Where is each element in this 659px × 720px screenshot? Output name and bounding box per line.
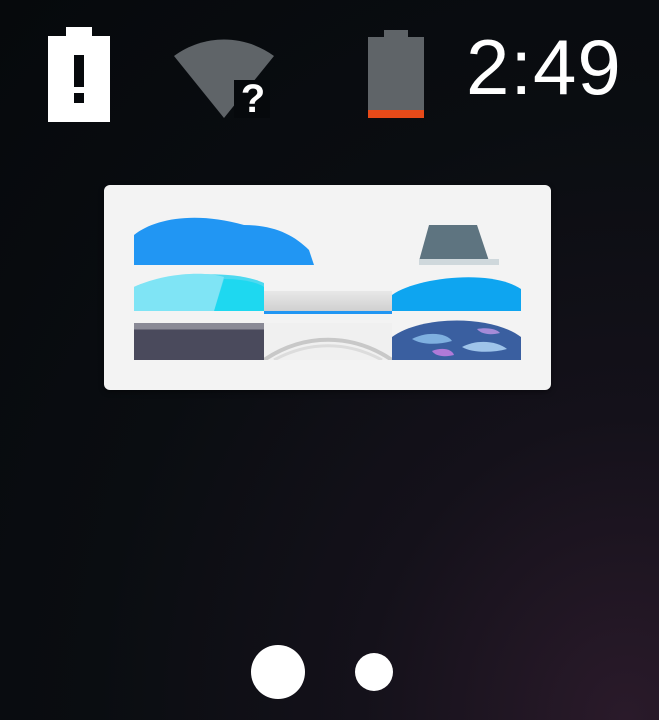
battery-low-icon xyxy=(368,30,424,118)
cloud-thumbnail xyxy=(134,217,314,265)
cyan-arc-thumbnail xyxy=(134,273,264,311)
blue-arc-thumbnail xyxy=(392,277,521,311)
page-dot-inactive[interactable] xyxy=(355,653,393,691)
page-dot-active[interactable] xyxy=(251,645,305,699)
page-indicator xyxy=(0,640,659,700)
clock: 2:49 xyxy=(466,23,622,111)
status-bar: ? 2:49 xyxy=(0,0,659,130)
wifi-question-icon: ? xyxy=(174,39,274,118)
dark-band-thumbnail xyxy=(134,323,264,360)
battery-alert-icon xyxy=(48,27,110,122)
white-curve-thumbnail xyxy=(264,323,392,360)
thumbnail-grid xyxy=(134,215,521,360)
app-card[interactable] xyxy=(104,185,551,390)
svg-text:?: ? xyxy=(241,77,265,118)
globe-thumbnail xyxy=(392,319,521,360)
gray-bar-thumbnail xyxy=(264,291,392,314)
slate-shape-thumbnail xyxy=(419,225,499,265)
